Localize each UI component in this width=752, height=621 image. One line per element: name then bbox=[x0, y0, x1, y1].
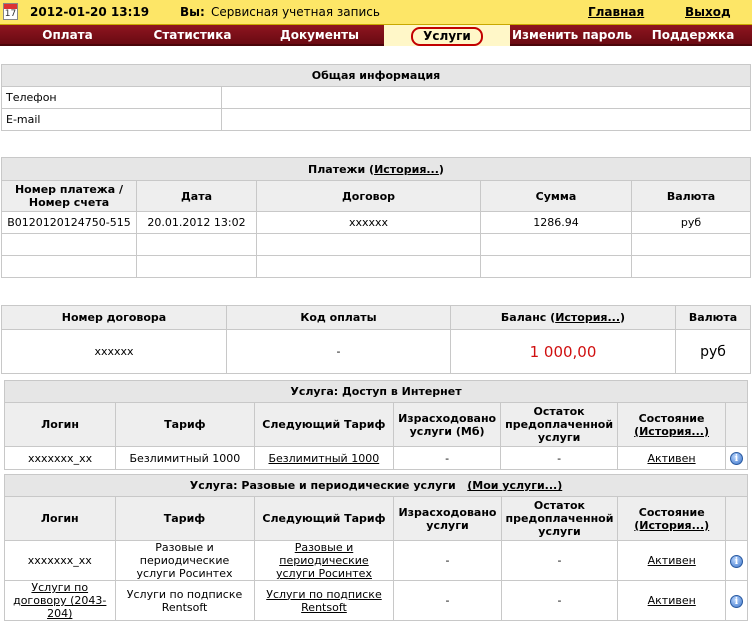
contract-number: xxxxxx bbox=[1, 329, 227, 374]
col-next-tariff: Следующий Тариф bbox=[253, 496, 395, 541]
payments-title: Платежи (История...) bbox=[1, 157, 751, 181]
col-payment-number: Номер платежа / Номер счета bbox=[1, 180, 137, 212]
calendar-icon: 17 bbox=[3, 3, 18, 20]
service-used: - bbox=[393, 540, 502, 581]
payments-table: Платежи (История...) Номер платежа / Ном… bbox=[1, 157, 751, 278]
state-history-link[interactable]: (История...) bbox=[634, 425, 709, 438]
table-row: B0120120124750-515 20.01.2012 13:02 xxxx… bbox=[1, 211, 751, 234]
nav-change-password[interactable]: Изменить пароль bbox=[510, 25, 634, 46]
col-login: Логин bbox=[3, 402, 117, 447]
payment-contract: xxxxxx bbox=[256, 211, 481, 234]
col-used: Израсходовано услуги bbox=[393, 496, 502, 541]
service-rest: - bbox=[500, 540, 619, 581]
main-nav: Оплата Статистика Документы Услуги Измен… bbox=[0, 25, 752, 46]
service-tariff: Услуги по подписке Rentsoft bbox=[114, 580, 255, 621]
periodic-service-table: Услуга: Разовые и периодические услуги (… bbox=[4, 474, 748, 621]
col-tariff: Тариф bbox=[115, 402, 255, 447]
service-used: - bbox=[393, 580, 502, 621]
service-state-link[interactable]: Активен bbox=[648, 554, 696, 567]
state-history-link[interactable]: (История...) bbox=[634, 519, 709, 532]
nav-documents[interactable]: Документы bbox=[253, 25, 386, 46]
internet-service-title: Услуга: Доступ в Интернет bbox=[4, 380, 748, 403]
service-rest: - bbox=[500, 580, 619, 621]
col-contract: Договор bbox=[256, 180, 481, 212]
col-state: Состояние (История...) bbox=[617, 496, 726, 541]
col-used: Израсходовано услуги (Мб) bbox=[393, 402, 502, 447]
table-row: xxxxxxx_xx Безлимитный 1000 Безлимитный … bbox=[3, 446, 748, 470]
nav-services-label: Услуги bbox=[411, 27, 483, 46]
payments-history-link[interactable]: История... bbox=[374, 163, 439, 176]
payment-currency: руб bbox=[631, 211, 751, 234]
contract-services-link[interactable]: Услуги по договору (2043-204) bbox=[13, 581, 106, 620]
col-pay-code: Код оплаты bbox=[226, 305, 451, 330]
service-state-link[interactable]: Активен bbox=[647, 452, 695, 465]
service-state-link[interactable]: Активен bbox=[648, 594, 696, 607]
col-sum: Сумма bbox=[480, 180, 632, 212]
service-used: - bbox=[393, 446, 502, 470]
balance-value: 1 000,00 bbox=[450, 329, 676, 374]
col-state: Состояние (История...) bbox=[617, 402, 726, 447]
internet-service-table: Услуга: Доступ в Интернет Логин Тариф Сл… bbox=[3, 380, 748, 470]
home-link[interactable]: Главная bbox=[588, 5, 644, 19]
col-login: Логин bbox=[4, 496, 116, 541]
you-label: Вы: bbox=[180, 5, 205, 19]
next-tariff-link[interactable]: Безлимитный 1000 bbox=[268, 452, 379, 465]
email-value bbox=[221, 108, 751, 131]
service-rest: - bbox=[500, 446, 619, 470]
periodic-service-title: Услуга: Разовые и периодические услуги (… bbox=[4, 474, 748, 497]
nav-support[interactable]: Поддержка bbox=[634, 25, 752, 46]
table-row bbox=[1, 255, 751, 278]
table-row: Услуги по договору (2043-204) Услуги по … bbox=[4, 580, 748, 621]
nav-payment[interactable]: Оплата bbox=[0, 25, 135, 46]
service-tariff: Разовые и периодические услуги Росинтех bbox=[114, 540, 255, 581]
pay-code: - bbox=[226, 329, 451, 374]
service-tariff: Безлимитный 1000 bbox=[115, 446, 255, 470]
payment-sum: 1286.94 bbox=[480, 211, 632, 234]
phone-label: Телефон bbox=[1, 86, 222, 109]
col-info bbox=[725, 402, 748, 447]
info-icon[interactable]: i bbox=[730, 554, 743, 568]
col-info bbox=[725, 496, 748, 541]
balance-history-link[interactable]: История... bbox=[555, 311, 620, 324]
nav-statistics[interactable]: Статистика bbox=[125, 25, 260, 46]
table-row bbox=[1, 233, 751, 256]
col-rest: Остаток предоплаченной услуги bbox=[500, 402, 619, 447]
payment-date: 20.01.2012 13:02 bbox=[136, 211, 257, 234]
contract-table: Номер договора Код оплаты Баланс (Истори… bbox=[1, 305, 751, 374]
col-next-tariff: Следующий Тариф bbox=[253, 402, 395, 447]
col-contract-number: Номер договора bbox=[1, 305, 227, 330]
general-info-title: Общая информация bbox=[1, 64, 751, 87]
phone-value bbox=[221, 86, 751, 109]
info-icon[interactable]: i bbox=[730, 452, 743, 465]
account-name: Сервисная учетная запись bbox=[211, 5, 380, 19]
logout-link[interactable]: Выход bbox=[685, 5, 731, 19]
service-login: xxxxxxx_xx bbox=[4, 540, 116, 581]
email-label: E-mail bbox=[1, 108, 222, 131]
next-tariff-link[interactable]: Услуги по подписке Rentsoft bbox=[266, 588, 381, 614]
current-datetime: 2012-01-20 13:19 bbox=[30, 5, 150, 19]
next-tariff-link[interactable]: Разовые и периодические услуги Росинтех bbox=[276, 541, 372, 580]
service-login: xxxxxxx_xx bbox=[3, 446, 117, 470]
col-tariff: Тариф bbox=[114, 496, 255, 541]
col-rest: Остаток предоплаченной услуги bbox=[500, 496, 619, 541]
table-row: xxxxxxx_xx Разовые и периодические услуг… bbox=[4, 540, 748, 581]
col-balance: Баланс (История...) bbox=[450, 305, 676, 330]
col-date: Дата bbox=[136, 180, 257, 212]
nav-services[interactable]: Услуги bbox=[384, 25, 510, 46]
top-bar: 17 2012-01-20 13:19 Вы: Сервисная учетна… bbox=[0, 0, 752, 25]
contract-currency: руб bbox=[675, 329, 751, 374]
general-info-table: Общая информация Телефон E-mail bbox=[1, 64, 751, 131]
col-contract-currency: Валюта bbox=[675, 305, 751, 330]
col-currency: Валюта bbox=[631, 180, 751, 212]
my-services-link[interactable]: (Мои услуги...) bbox=[467, 479, 562, 492]
payment-number: B0120120124750-515 bbox=[1, 211, 137, 234]
